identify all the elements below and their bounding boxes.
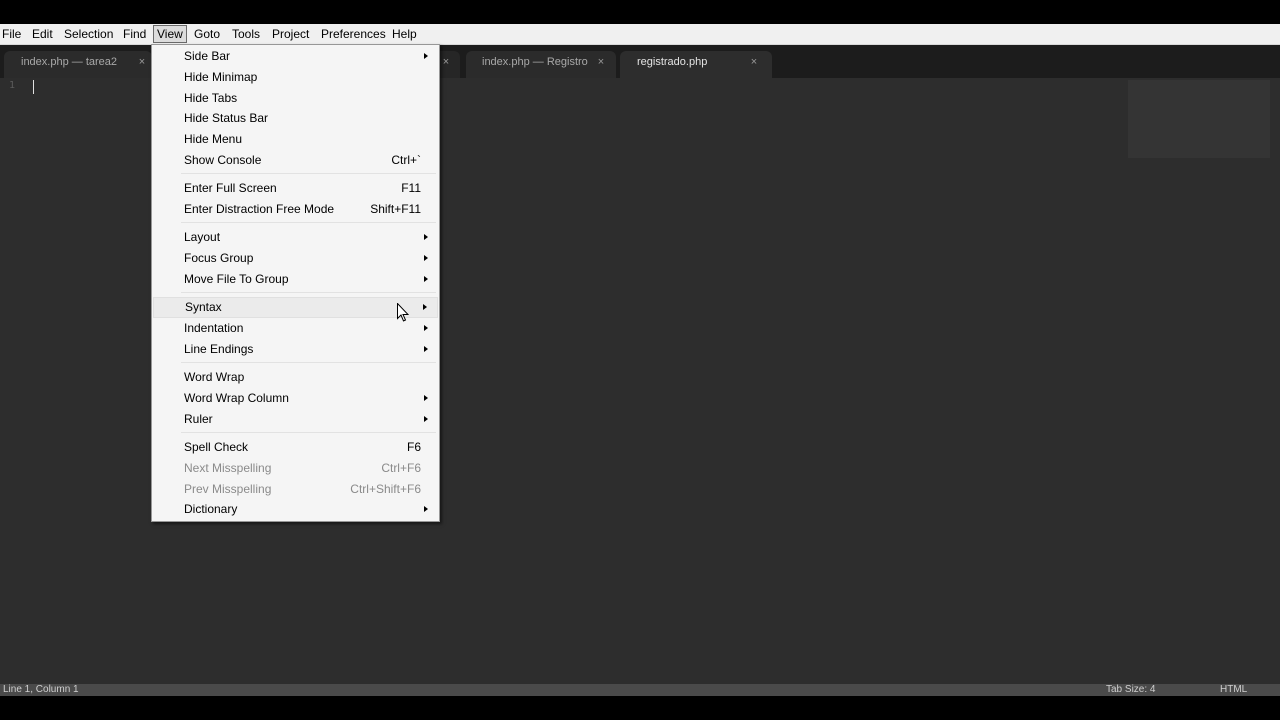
menu-preferences[interactable]: Preferences	[321, 25, 386, 43]
menu-separator	[181, 173, 436, 174]
menu-item-hide-status-bar[interactable]: Hide Status Bar	[153, 108, 438, 129]
menu-item-label: Side Bar	[184, 49, 231, 63]
menu-edit[interactable]: Edit	[32, 25, 53, 43]
tab-label: index.php — Registro	[482, 56, 588, 68]
tab-close-icon[interactable]: ×	[440, 51, 452, 73]
menu-item-move-file-to-group[interactable]: Move File To Group	[153, 269, 438, 290]
menu-item-word-wrap[interactable]: Word Wrap	[153, 367, 438, 388]
menu-selection[interactable]: Selection	[64, 25, 113, 43]
tab-registrado[interactable]: registrado.php ×	[620, 51, 772, 78]
tab-close-icon[interactable]: ×	[595, 51, 607, 73]
menu-item-layout[interactable]: Layout	[153, 227, 438, 248]
menu-item-label: Enter Distraction Free Mode	[184, 202, 335, 216]
menu-item-label: Hide Tabs	[184, 91, 238, 105]
menu-project[interactable]: Project	[272, 25, 309, 43]
tab-index-tarea2[interactable]: index.php — tarea2 ×	[4, 51, 152, 78]
menu-item-focus-group[interactable]: Focus Group	[153, 248, 438, 269]
menu-item-ruler[interactable]: Ruler	[153, 409, 438, 430]
submenu-arrow-icon	[424, 255, 428, 261]
menu-item-word-wrap-column[interactable]: Word Wrap Column	[153, 388, 438, 409]
menu-separator	[181, 292, 436, 293]
tab-label: index.php — tarea2	[21, 56, 118, 68]
menu-item-label: Move File To Group	[184, 272, 289, 286]
submenu-arrow-icon	[424, 325, 428, 331]
menu-item-shortcut: Ctrl+`	[391, 153, 421, 167]
menu-item-dictionary[interactable]: Dictionary	[153, 499, 438, 520]
menu-item-label: Next Misspelling	[184, 461, 272, 475]
window-bottom-edge	[0, 696, 1280, 720]
submenu-arrow-icon	[424, 506, 428, 512]
menu-item-label: Indentation	[184, 321, 244, 335]
menu-item-next-misspelling: Next Misspelling Ctrl+F6	[153, 458, 438, 479]
menu-item-label: Word Wrap Column	[184, 391, 289, 405]
menu-item-label: Line Endings	[184, 342, 254, 356]
menu-item-shortcut: Shift+F11	[370, 202, 421, 216]
submenu-arrow-icon	[424, 416, 428, 422]
menu-item-indentation[interactable]: Indentation	[153, 318, 438, 339]
menu-file[interactable]: File	[2, 25, 21, 43]
menu-item-shortcut: F6	[406, 440, 421, 454]
menu-item-label: Dictionary	[184, 502, 238, 516]
status-tab-size[interactable]: Tab Size: 4	[1106, 684, 1155, 696]
menu-help[interactable]: Help	[392, 25, 417, 43]
menu-item-show-console[interactable]: Show Console Ctrl+`	[153, 150, 438, 171]
minimap[interactable]	[1128, 80, 1270, 158]
menu-item-label: Layout	[184, 230, 221, 244]
status-syntax[interactable]: HTML	[1220, 684, 1247, 696]
submenu-arrow-icon	[423, 304, 427, 310]
menu-item-label: Hide Minimap	[184, 70, 258, 84]
menu-item-hide-menu[interactable]: Hide Menu	[153, 129, 438, 150]
status-position: Line 1, Column 1	[3, 684, 79, 695]
tab-close-icon[interactable]: ×	[136, 51, 148, 73]
text-caret	[33, 80, 34, 94]
menu-item-hide-tabs[interactable]: Hide Tabs	[153, 88, 438, 109]
tab-label: registrado.php	[637, 56, 708, 68]
menu-separator	[181, 222, 436, 223]
menu-item-syntax[interactable]: Syntax	[153, 297, 438, 318]
submenu-arrow-icon	[424, 346, 428, 352]
menu-item-label: Enter Full Screen	[184, 181, 277, 195]
menu-item-shortcut: F11	[401, 181, 421, 195]
menu-item-enter-full-screen[interactable]: Enter Full Screen F11	[153, 178, 438, 199]
menu-item-label: Hide Menu	[184, 132, 243, 146]
menu-item-shortcut: Ctrl+F6	[381, 461, 421, 475]
menu-find[interactable]: Find	[123, 25, 146, 43]
submenu-arrow-icon	[424, 395, 428, 401]
submenu-arrow-icon	[424, 234, 428, 240]
sublime-text-window: File Edit Selection Find View Goto Tools…	[0, 0, 1280, 720]
menu-item-label: Syntax	[185, 300, 222, 314]
view-menu-dropdown: Side Bar Hide Minimap Hide Tabs Hide Sta…	[151, 44, 440, 522]
menu-item-prev-misspelling: Prev Misspelling Ctrl+Shift+F6	[153, 479, 438, 500]
submenu-arrow-icon	[424, 53, 428, 59]
menu-item-line-endings[interactable]: Line Endings	[153, 339, 438, 360]
submenu-arrow-icon	[424, 276, 428, 282]
menu-item-label: Prev Misspelling	[184, 482, 272, 496]
menu-item-side-bar[interactable]: Side Bar	[153, 46, 438, 67]
menu-tools[interactable]: Tools	[232, 25, 260, 43]
line-number: 1	[9, 80, 16, 91]
menu-separator	[181, 432, 436, 433]
menu-item-label: Ruler	[184, 412, 213, 426]
tab-index-registro[interactable]: index.php — Registro ×	[466, 51, 616, 78]
menu-bar: File Edit Selection Find View Goto Tools…	[0, 24, 1280, 45]
menu-item-spell-check[interactable]: Spell Check F6	[153, 437, 438, 458]
menu-item-shortcut: Ctrl+Shift+F6	[350, 482, 421, 496]
menu-goto[interactable]: Goto	[194, 25, 220, 43]
menu-item-label: Spell Check	[184, 440, 249, 454]
menu-item-label: Focus Group	[184, 251, 254, 265]
menu-item-label: Word Wrap	[184, 370, 245, 384]
menu-item-distraction-free[interactable]: Enter Distraction Free Mode Shift+F11	[153, 199, 438, 220]
menu-item-label: Hide Status Bar	[184, 111, 269, 125]
tab-close-icon[interactable]: ×	[748, 51, 760, 73]
menu-item-label: Show Console	[184, 153, 262, 167]
menu-view[interactable]: View	[153, 25, 187, 43]
menu-item-hide-minimap[interactable]: Hide Minimap	[153, 67, 438, 88]
mouse-pointer-icon	[397, 303, 409, 322]
status-bar: Line 1, Column 1 Tab Size: 4 HTML	[0, 684, 1280, 696]
menu-separator	[181, 362, 436, 363]
